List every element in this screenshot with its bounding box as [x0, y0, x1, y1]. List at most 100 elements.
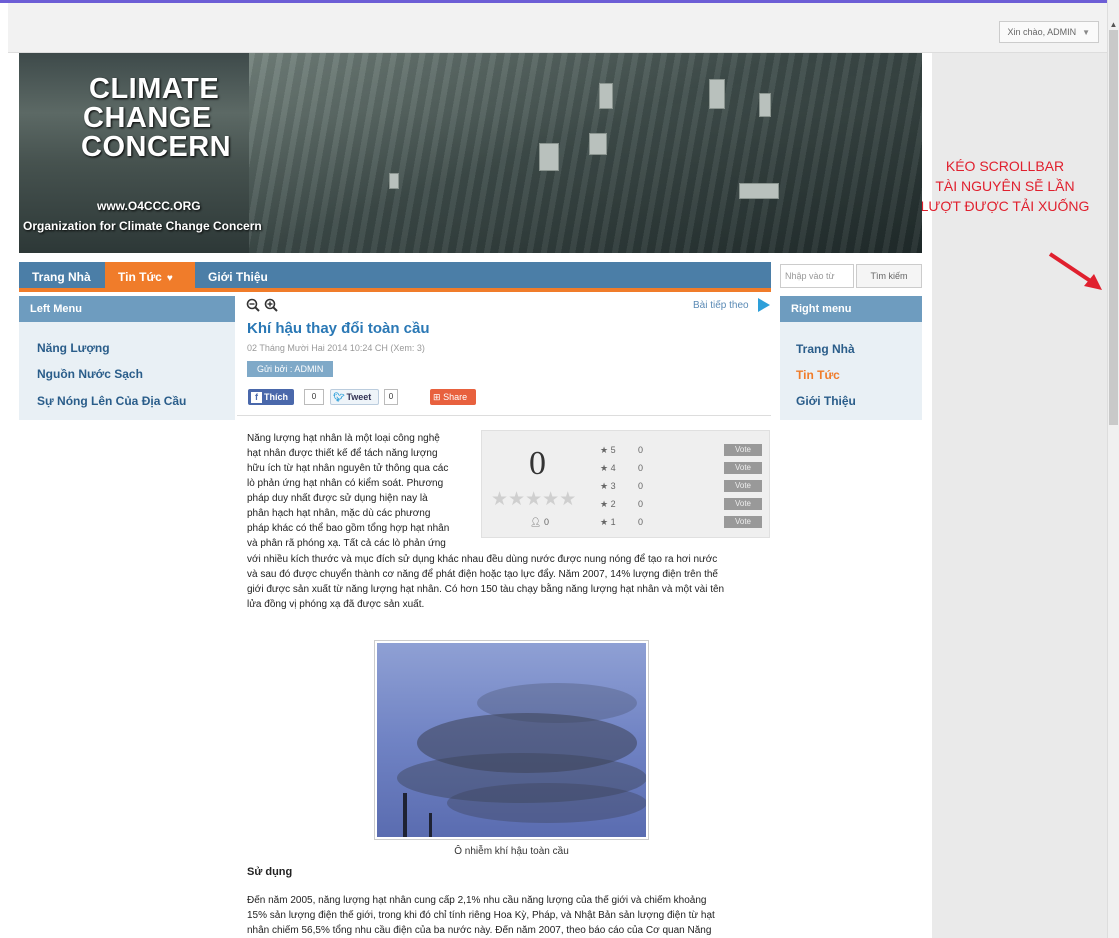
tweet-button[interactable]: 🐦︎ Tweet: [330, 389, 379, 405]
section-heading: Sử dụng: [247, 866, 293, 878]
text-line: lửa đồng vị phóng xạ đã được sản xuất.: [247, 599, 425, 610]
left-menu-item-energy[interactable]: Năng Lượng: [37, 341, 110, 355]
text-line: nhân chiếm 56,5% tổng nhu cầu điện của b…: [247, 925, 712, 936]
star-icon[interactable]: ★: [542, 489, 559, 510]
rating-row-count: 0: [638, 499, 644, 509]
left-menu-item-clean-water[interactable]: Nguồn Nước Sạch: [37, 367, 143, 381]
vote-button[interactable]: Vote: [724, 462, 762, 474]
banner-title-line: CLIMATE: [89, 73, 220, 105]
smokestack-pollution-image: [377, 643, 646, 837]
article-date: 02 Tháng Mười Hai 2014 10:24 CH (Xem: 3): [247, 343, 425, 353]
user-greeting: Xin chào, ADMIN: [1007, 27, 1077, 37]
rating-stars[interactable]: ★★★★★: [491, 488, 576, 511]
rating-level: 5: [610, 445, 616, 455]
nav-item-news[interactable]: Tin Tức ♥: [105, 262, 195, 292]
text-line: giới được sản xuất từ năng lượng hạt nhâ…: [247, 584, 725, 595]
article-title: Khí hậu thay đổi toàn cầu: [247, 320, 430, 337]
right-menu-header: Right menu: [780, 296, 922, 322]
text-line: Đến năm 2005, năng lượng hạt nhân cung c…: [247, 895, 707, 906]
rating-level: 3: [610, 481, 616, 491]
nav-item-home[interactable]: Trang Nhà: [19, 262, 104, 292]
text-line: lò phản ứng hạt nhân có kiểm soát. Phươn…: [247, 478, 444, 489]
star-icon[interactable]: ★: [525, 489, 542, 510]
rating-widget: 0 ★★★★★ 👤︎ 0 ★ 5 0 Vote ★ 4 0 Vote ★ 3 0…: [481, 430, 770, 538]
facebook-icon: f: [251, 392, 262, 403]
search-placeholder: Nhập vào từ: [785, 271, 835, 281]
scrollbar-thumb[interactable]: [1109, 30, 1118, 425]
main-nav: Trang Nhà Tin Tức ♥ Giới Thiệu: [19, 262, 771, 292]
banner-url: www.O4CCC.ORG: [97, 199, 201, 213]
caret-down-icon: ▼: [1082, 28, 1090, 37]
play-arrow-icon[interactable]: [758, 298, 770, 312]
nav-label: Giới Thiệu: [208, 270, 268, 284]
text-line: Năng lượng hạt nhân là một loại công ngh…: [247, 433, 440, 444]
top-bar: Xin chào, ADMIN ▼: [8, 3, 1107, 53]
search-input[interactable]: Nhập vào từ: [780, 264, 854, 288]
text-line: pháp khác có thể bao gồm tổng hợp hạt nh…: [247, 523, 450, 534]
star-icon[interactable]: ★: [559, 489, 576, 510]
left-menu: Left Menu Năng Lượng Nguồn Nước Sạch Sự …: [19, 296, 235, 420]
left-menu-header: Left Menu: [19, 296, 235, 322]
image-caption: Ô nhiễm khí hậu toàn cầu: [454, 846, 569, 857]
rating-row-count: 0: [638, 517, 644, 527]
banner-title-line: CHANGE: [83, 102, 212, 134]
banner-title-line: CONCERN: [81, 131, 232, 163]
banner-title: CLIMATE CHANGE CONCERN: [81, 73, 231, 162]
site-banner: CLIMATE CHANGE CONCERN www.O4CCC.ORG Org…: [19, 53, 922, 253]
rating-row-label: ★ 4: [600, 463, 616, 473]
nav-item-about[interactable]: Giới Thiệu: [195, 262, 281, 292]
text-line: hạt nhân được thiết kế để tách năng lượn…: [247, 448, 438, 459]
rating-row-count: 0: [638, 481, 644, 491]
rating-row-label: ★ 2: [600, 499, 616, 509]
vote-button[interactable]: Vote: [724, 480, 762, 492]
rating-level: 4: [610, 463, 616, 473]
vote-button[interactable]: Vote: [724, 444, 762, 456]
text-line: hữu ích từ hạt nhân nguyên tử thông qua …: [247, 463, 449, 474]
divider: [237, 415, 771, 416]
article-paragraph-2: với nhiều kích thước và mục đích sử dụng…: [247, 552, 777, 612]
vote-button[interactable]: Vote: [724, 516, 762, 528]
tweet-label: Tweet: [346, 392, 372, 402]
search-button-label: Tìm kiếm: [870, 271, 908, 281]
rating-row-3: ★ 3 0 Vote: [600, 480, 766, 495]
right-menu: Right menu Trang Nhà Tin Tức Giới Thiệu: [780, 296, 922, 420]
text-line: 15% sản lượng điện thế giới, trong khi đ…: [247, 910, 715, 921]
rating-row-label: ★ 3: [600, 481, 616, 491]
like-label: Thích: [264, 392, 288, 402]
like-count: 0: [304, 389, 324, 405]
right-menu-item-home[interactable]: Trang Nhà: [796, 342, 855, 356]
star-icon[interactable]: ★: [508, 489, 525, 510]
voter-count: 👤︎ 0: [530, 517, 549, 528]
user-icon: 👤︎: [530, 517, 542, 527]
heart-icon: ♥: [166, 273, 173, 284]
zoom-in-icon[interactable]: [264, 298, 278, 312]
page-scrollbar[interactable]: ▲: [1107, 0, 1119, 938]
text-line: phân hạch hạt nhân, mặc dù các phương: [247, 508, 431, 519]
facebook-like-button[interactable]: f Thích: [248, 389, 294, 405]
search-button[interactable]: Tìm kiếm: [856, 264, 922, 288]
nav-label: Tin Tức: [118, 270, 162, 284]
tweet-count: 0: [384, 389, 398, 405]
user-menu[interactable]: Xin chào, ADMIN ▼: [998, 21, 1099, 43]
rating-level: 2: [610, 499, 616, 509]
zoom-out-icon[interactable]: [246, 298, 260, 312]
annotation-arrow-icon: [1048, 252, 1102, 290]
vote-button[interactable]: Vote: [724, 498, 762, 510]
left-menu-item-global-warming[interactable]: Sự Nóng Lên Của Địa Cầu: [37, 394, 186, 408]
right-menu-item-about[interactable]: Giới Thiệu: [796, 394, 856, 408]
banner-org: Organization for Climate Change Concern: [23, 219, 262, 233]
banner-flooded-city-image: [249, 53, 922, 253]
rating-row-1: ★ 1 0 Vote: [600, 516, 766, 531]
rating-row-label: ★ 1: [600, 517, 616, 527]
star-icon[interactable]: ★: [491, 489, 508, 510]
rating-score: 0: [529, 445, 546, 482]
right-menu-item-news[interactable]: Tin Tức: [796, 368, 840, 382]
nav-label: Trang Nhà: [32, 270, 91, 284]
text-line: pháp duy nhất được sử dụng hiện nay là: [247, 493, 428, 504]
rating-row-count: 0: [638, 463, 644, 473]
share-button[interactable]: ⊞ Share: [430, 389, 476, 405]
text-line: với nhiều kích thước và mục đích sử dụng…: [247, 554, 718, 565]
article-paragraph-1: Năng lượng hạt nhân là một loại công ngh…: [247, 431, 475, 551]
rating-row-2: ★ 2 0 Vote: [600, 498, 766, 513]
next-article-link[interactable]: Bài tiếp theo: [693, 300, 749, 311]
